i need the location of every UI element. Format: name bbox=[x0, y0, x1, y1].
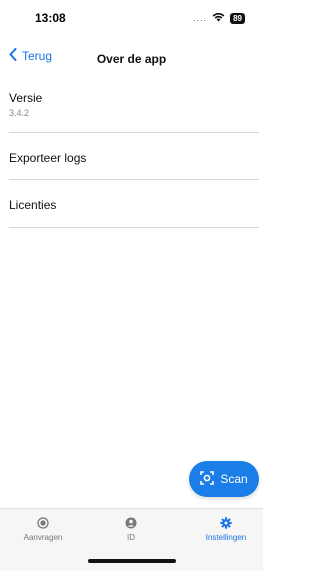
list-item-licenses[interactable]: Licenties bbox=[9, 180, 259, 228]
tab-id[interactable]: ID bbox=[91, 517, 171, 542]
tab-id-label: ID bbox=[127, 533, 135, 542]
scan-button[interactable]: Scan bbox=[189, 461, 259, 497]
tab-aanvragen[interactable]: Aanvragen bbox=[3, 517, 83, 542]
scan-label: Scan bbox=[220, 472, 248, 486]
scan-icon bbox=[200, 470, 215, 488]
version-label: Versie bbox=[9, 91, 43, 105]
status-indicators: .... 89 bbox=[193, 9, 245, 27]
list-item-version: Versie 3.4.2 bbox=[9, 80, 259, 133]
wifi-icon bbox=[212, 9, 225, 27]
tab-instellingen-label: Instellingen bbox=[205, 533, 247, 542]
version-value: 3.4.2 bbox=[9, 108, 30, 118]
tab-aanvragen-label: Aanvragen bbox=[23, 533, 63, 542]
requests-icon bbox=[37, 517, 49, 531]
export-logs-label: Exporteer logs bbox=[9, 151, 87, 165]
list-item-export-logs[interactable]: Exporteer logs bbox=[9, 133, 259, 180]
status-bar: 13:08 .... 89 bbox=[0, 0, 263, 36]
signal-icon: .... bbox=[193, 13, 208, 23]
gear-icon bbox=[220, 517, 232, 531]
licenses-label: Licenties bbox=[9, 198, 57, 212]
page-title: Over de app bbox=[96, 52, 167, 66]
home-indicator bbox=[88, 559, 176, 563]
status-time: 13:08 bbox=[35, 11, 66, 25]
navigation-bar: Terug Over de app bbox=[0, 44, 263, 72]
tab-instellingen[interactable]: Instellingen bbox=[186, 517, 266, 542]
battery-icon: 89 bbox=[230, 12, 245, 24]
person-icon bbox=[125, 517, 137, 531]
about-list: Versie 3.4.2 Exporteer logs Licenties bbox=[9, 80, 259, 228]
